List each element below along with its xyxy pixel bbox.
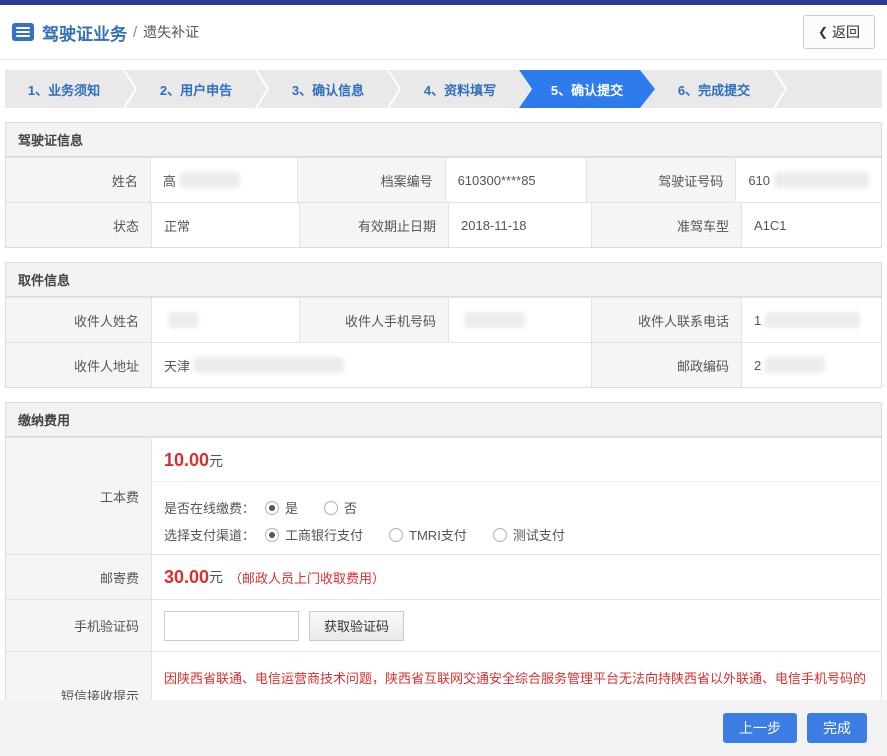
radio-label: 否 <box>344 498 357 517</box>
name-label: 姓名 <box>6 158 150 202</box>
recipient-mobile-label: 收件人手机号码 <box>299 298 448 342</box>
vehicle-type-value: A1C1 <box>741 203 881 247</box>
step-separator-icon <box>773 70 787 108</box>
radio-icon[interactable] <box>389 528 403 542</box>
radio-online-no[interactable]: 否 <box>324 498 357 517</box>
radio-icon[interactable] <box>265 528 279 542</box>
radio-label: 测试支付 <box>513 525 565 544</box>
pickup-info-title: 取件信息 <box>6 263 881 297</box>
radio-online-yes[interactable]: 是 <box>265 498 298 517</box>
table-row: 姓名 高 档案编号 610300****85 驾驶证号码 610 <box>6 157 881 202</box>
production-fee-amount: 10.00 <box>164 450 209 470</box>
mail-fee-row: 邮寄费 30.00元 （邮政人员上门收取费用） <box>6 554 881 599</box>
status-value: 正常 <box>151 203 299 247</box>
recipient-phone-label: 收件人联系电话 <box>591 298 741 342</box>
step-separator-icon <box>387 70 401 108</box>
page-title: 驾驶证业务 <box>42 20 127 45</box>
action-bar: 上一步 完成 <box>0 700 887 756</box>
step-bar-filler <box>787 70 882 108</box>
pickup-info-section: 取件信息 收件人姓名 收件人手机号码 收件人联系电话 1 收件人地址 天津 邮政… <box>5 262 882 388</box>
recipient-name-label: 收件人姓名 <box>6 298 151 342</box>
name-value: 高 <box>150 158 297 202</box>
payment-channel-question: 选择支付渠道： <box>164 525 255 544</box>
redacted-value <box>465 312 525 328</box>
radio-icon[interactable] <box>324 501 338 515</box>
list-icon <box>12 23 34 41</box>
payment-options: 是否在线缴费： 是 否 选择支付渠道： 工商银行支付 <box>152 482 881 554</box>
recipient-phone-value: 1 <box>741 298 881 342</box>
step-wizard: 1、业务须知 2、用户申告 3、确认信息 4、资料填写 5、确认提交 6、完成提… <box>5 70 882 108</box>
vehicle-type-label: 准驾车型 <box>591 203 741 247</box>
mail-fee-label: 邮寄费 <box>6 555 151 599</box>
redacted-value <box>168 312 198 328</box>
file-number-label: 档案编号 <box>297 158 445 202</box>
table-row: 收件人姓名 收件人手机号码 收件人联系电话 1 <box>6 297 881 342</box>
production-fee-label: 工本费 <box>6 438 151 554</box>
recipient-address-label: 收件人地址 <box>6 343 151 387</box>
production-fee-unit: 元 <box>209 453 223 469</box>
license-info-section: 驾驶证信息 姓名 高 档案编号 610300****85 驾驶证号码 610 状… <box>5 122 882 248</box>
recipient-mobile-value <box>448 298 591 342</box>
radio-channel-tmri[interactable]: TMRI支付 <box>389 525 467 544</box>
step-5-confirm-submit-active[interactable]: 5、确认提交 <box>519 70 655 108</box>
postcode-value: 2 <box>741 343 881 387</box>
sms-code-content: 获取验证码 <box>151 600 881 651</box>
mail-fee-value: 30.00元 （邮政人员上门收取费用） <box>151 555 881 599</box>
step-6-complete-submit[interactable]: 6、完成提交 <box>655 70 773 108</box>
get-code-button[interactable]: 获取验证码 <box>309 611 404 641</box>
redacted-value <box>774 172 869 188</box>
license-number-label: 驾驶证号码 <box>586 158 735 202</box>
fees-section: 缴纳费用 工本费 10.00元 是否在线缴费： 是 否 <box>5 402 882 741</box>
radio-label: 是 <box>285 498 298 517</box>
step-separator-icon <box>255 70 269 108</box>
status-label: 状态 <box>6 203 151 247</box>
fees-title: 缴纳费用 <box>6 403 881 437</box>
breadcrumb-separator: / <box>133 24 137 41</box>
license-info-title: 驾驶证信息 <box>6 123 881 157</box>
step-separator-icon <box>123 70 137 108</box>
online-payment-question: 是否在线缴费： <box>164 498 255 517</box>
table-row: 收件人地址 天津 邮政编码 2 <box>6 342 881 387</box>
step-2-user-declaration[interactable]: 2、用户申告 <box>137 70 255 108</box>
back-button-label: 返回 <box>832 22 860 42</box>
file-number-value: 610300****85 <box>445 158 587 202</box>
mail-fee-amount: 30.00 <box>164 567 209 588</box>
redacted-value <box>180 172 240 188</box>
radio-label: TMRI支付 <box>409 525 467 544</box>
production-fee-amount-line: 10.00元 <box>152 438 881 482</box>
mail-fee-unit: 元 <box>209 567 223 587</box>
previous-step-button[interactable]: 上一步 <box>723 713 797 743</box>
mail-fee-note: （邮政人员上门收取费用） <box>229 568 385 587</box>
radio-icon[interactable] <box>493 528 507 542</box>
expiry-value: 2018-11-18 <box>448 203 591 247</box>
step-1-business-notes[interactable]: 1、业务须知 <box>5 70 123 108</box>
finish-button[interactable]: 完成 <box>807 713 867 743</box>
step-3-confirm-info[interactable]: 3、确认信息 <box>269 70 387 108</box>
redacted-value <box>765 312 860 328</box>
sms-code-label: 手机验证码 <box>6 600 151 651</box>
payment-channel-line: 选择支付渠道： 工商银行支付 TMRI支付 测试支付 <box>164 525 869 544</box>
radio-channel-icbc[interactable]: 工商银行支付 <box>265 525 363 544</box>
sms-code-input[interactable] <box>164 611 299 641</box>
redacted-value <box>765 357 825 373</box>
table-row: 状态 正常 有效期止日期 2018-11-18 准驾车型 A1C1 <box>6 202 881 247</box>
redacted-value <box>194 357 344 373</box>
recipient-address-value: 天津 <box>151 343 591 387</box>
radio-channel-test[interactable]: 测试支付 <box>493 525 565 544</box>
chevron-left-icon: ❮ <box>818 25 828 39</box>
license-number-value: 610 <box>735 158 881 202</box>
sms-code-row: 手机验证码 获取验证码 <box>6 599 881 651</box>
production-fee-content: 10.00元 是否在线缴费： 是 否 选择支付渠道： <box>151 438 881 554</box>
postcode-label: 邮政编码 <box>591 343 741 387</box>
recipient-name-value <box>151 298 299 342</box>
online-payment-question-line: 是否在线缴费： 是 否 <box>164 498 869 517</box>
radio-icon[interactable] <box>265 501 279 515</box>
expiry-label: 有效期止日期 <box>299 203 448 247</box>
production-fee-row: 工本费 10.00元 是否在线缴费： 是 否 选择 <box>6 437 881 554</box>
radio-label: 工商银行支付 <box>285 525 363 544</box>
back-button[interactable]: ❮ 返回 <box>803 15 875 49</box>
page-header: 驾驶证业务 / 遗失补证 ❮ 返回 <box>0 5 887 60</box>
step-4-fill-materials[interactable]: 4、资料填写 <box>401 70 519 108</box>
breadcrumb-current: 遗失补证 <box>143 22 199 42</box>
